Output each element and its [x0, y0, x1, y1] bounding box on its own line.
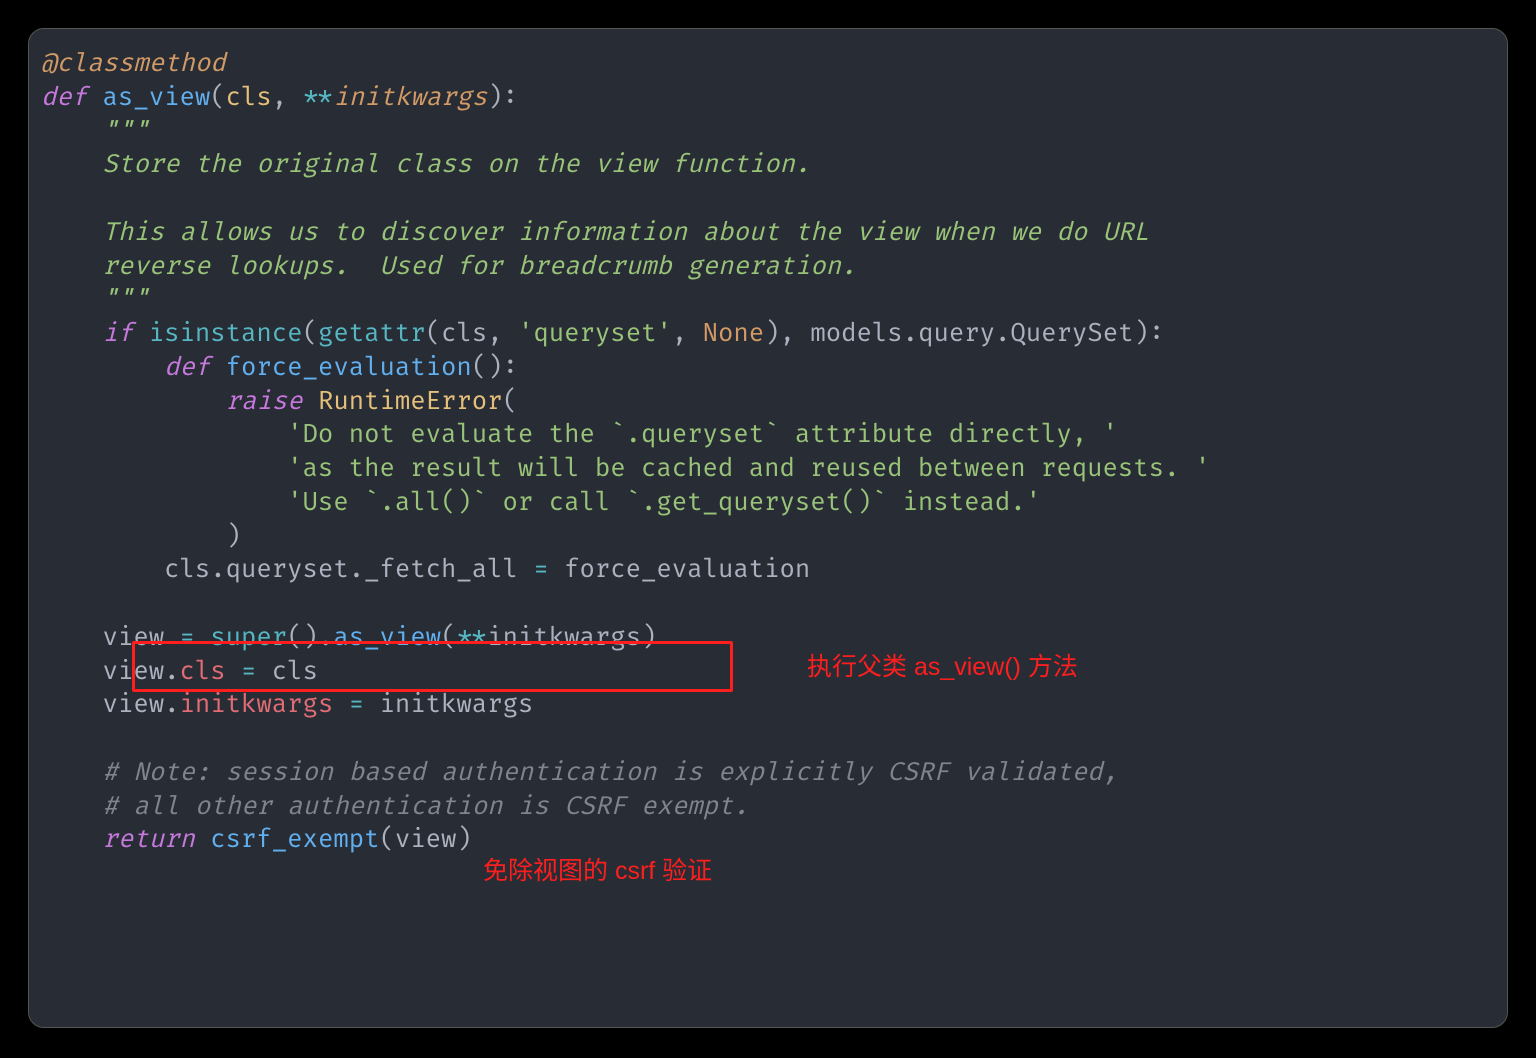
- fn-force-evaluation: force_evaluation: [226, 352, 472, 383]
- code-frame: @classmethod def as_view(cls, **initkwar…: [28, 28, 1508, 1028]
- var-view: view: [103, 622, 165, 653]
- docstring-open: """: [103, 116, 149, 147]
- builtin-getattr: getattr: [318, 318, 426, 349]
- str-queryset: 'queryset': [518, 318, 672, 349]
- call-as-view: as_view: [333, 622, 441, 653]
- code-block: @classmethod def as_view(cls, **initkwar…: [29, 29, 1507, 869]
- kw-if: if: [103, 318, 134, 349]
- decorator: @classmethod: [41, 48, 226, 79]
- kw-def: def: [164, 352, 210, 383]
- err-line: 'as the result will be cached and reused…: [287, 453, 1210, 484]
- kw-return: return: [103, 824, 195, 855]
- kw-raise: raise: [226, 386, 303, 417]
- annotation-parent-as-view: 执行父类 as_view() 方法: [807, 647, 1078, 683]
- builtin-isinstance: isinstance: [149, 318, 303, 349]
- err-line: 'Use `.all()` or call `.get_queryset()` …: [287, 487, 1041, 518]
- docstring-line: reverse lookups. Used for breadcrumb gen…: [103, 251, 857, 282]
- const-none: None: [703, 318, 765, 349]
- exc-runtimeerror: RuntimeError: [318, 386, 503, 417]
- kw-def: def: [41, 82, 87, 113]
- comment-line: # all other authentication is CSRF exemp…: [103, 791, 749, 822]
- builtin-super: super: [210, 622, 287, 653]
- param-cls: cls: [226, 82, 272, 113]
- docstring-close: """: [103, 284, 149, 315]
- fn-as-view: as_view: [103, 82, 211, 113]
- fn-csrf-exempt: csrf_exempt: [210, 824, 379, 855]
- annotation-csrf-exempt: 免除视图的 csrf 验证: [483, 851, 712, 887]
- attr-cls: cls: [179, 656, 225, 687]
- param-initkwargs: initkwargs: [333, 82, 487, 113]
- docstring-line: Store the original class on the view fun…: [103, 149, 811, 180]
- err-line: 'Do not evaluate the `.queryset` attribu…: [287, 419, 1118, 450]
- comment-line: # Note: session based authentication is …: [103, 757, 1118, 788]
- docstring-line: This allows us to discover information a…: [103, 217, 1149, 248]
- attr-initkwargs: initkwargs: [179, 689, 333, 720]
